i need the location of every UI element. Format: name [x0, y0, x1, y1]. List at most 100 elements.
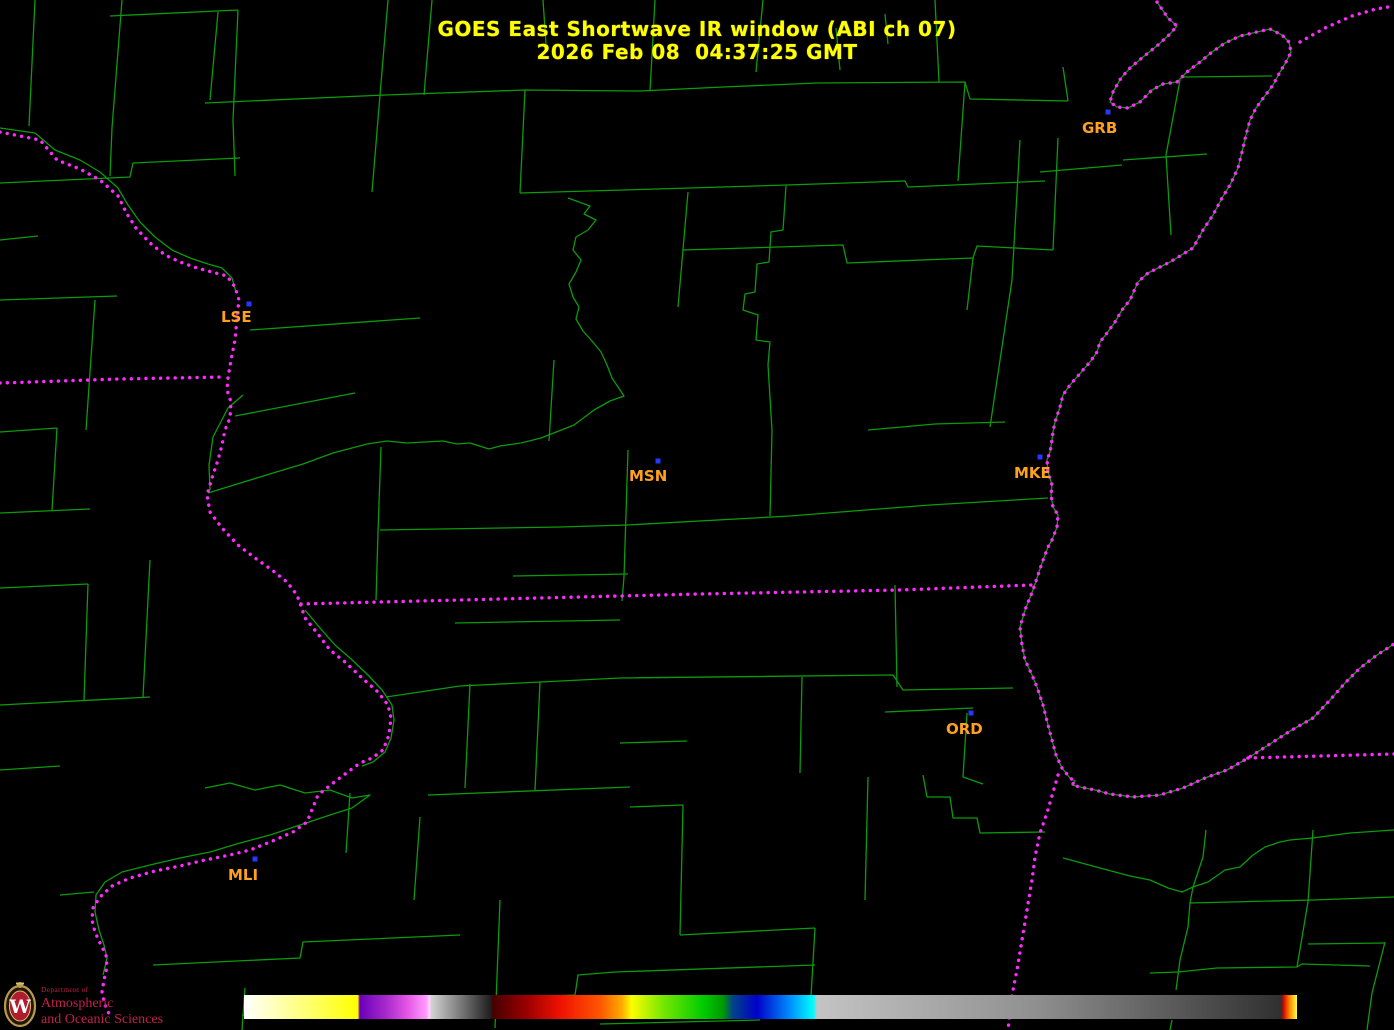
county-boundary-line	[0, 128, 236, 292]
city-marker-GRB: GRB	[1082, 110, 1117, 138]
county-boundary-line	[0, 158, 240, 183]
county-boundary-line	[967, 258, 973, 310]
title-line-product: GOES East Shortwave IR window (ABI ch 07…	[0, 18, 1394, 41]
image-title: GOES East Shortwave IR window (ABI ch 07…	[0, 18, 1394, 64]
county-boundary-line	[1176, 830, 1206, 990]
county-boundary-line	[1040, 165, 1122, 172]
city-label-MLI: MLI	[228, 866, 258, 884]
county-boundary-line	[414, 817, 420, 900]
county-boundary-line	[630, 805, 683, 807]
county-boundary-line	[895, 585, 897, 687]
county-boundary-line	[680, 805, 683, 935]
county-boundary-line	[372, 95, 380, 192]
city-marker-ORD: ORD	[946, 711, 983, 739]
county-boundary-line	[250, 318, 420, 330]
county-boundary-line	[1063, 830, 1394, 892]
county-boundary-line	[627, 498, 1048, 525]
county-boundary-line	[0, 428, 57, 432]
city-label-ORD: ORD	[946, 720, 983, 738]
county-boundary-line	[209, 395, 243, 490]
city-dot-ORD	[969, 711, 974, 716]
logo-department-label: Department of	[41, 986, 163, 994]
county-boundary-line	[376, 447, 381, 600]
state-border-dots-lakeshore	[1020, 2, 1394, 797]
county-boundary-line	[640, 82, 1068, 101]
county-boundary-line	[958, 82, 965, 181]
county-boundary-line	[208, 198, 624, 493]
logo-name-line2: and Oceanic Sciences	[41, 1013, 163, 1027]
county-boundary-line	[615, 965, 815, 972]
county-boundary-line	[86, 300, 95, 430]
county-boundary-line	[1297, 830, 1313, 967]
county-boundary-line	[1308, 943, 1385, 944]
county-boundary-line	[1150, 964, 1370, 973]
county-boundary-line	[346, 793, 350, 853]
county-boundary-line	[683, 245, 1053, 263]
county-boundary-line	[0, 766, 60, 770]
county-boundary-line	[1183, 76, 1272, 77]
aos-logo: W Department of Atmospheric and Oceanic …	[3, 981, 163, 1028]
lake-michigan-shoreline	[1020, 2, 1394, 797]
city-dot-MSN	[656, 459, 661, 464]
county-boundary-line	[455, 620, 620, 623]
county-boundary-line	[549, 360, 554, 441]
county-boundary-line	[868, 422, 1005, 430]
state-border-line	[301, 585, 1032, 604]
satellite-map: GRB LSE MSN MKE ORD MLI	[0, 0, 1394, 1030]
county-boundary-line	[1190, 897, 1394, 903]
city-label-MSN: MSN	[629, 467, 667, 485]
county-boundary-line	[811, 928, 815, 996]
city-dot-MLI	[253, 857, 258, 862]
county-boundary-line	[205, 90, 640, 103]
city-marker-MLI: MLI	[228, 857, 258, 885]
city-dot-MKE	[1038, 455, 1043, 460]
county-boundary-line	[0, 296, 117, 300]
city-label-LSE: LSE	[221, 308, 252, 326]
county-boundary-line	[52, 428, 57, 510]
county-boundary-line	[60, 892, 94, 895]
county-boundary-line	[1053, 138, 1058, 250]
county-boundary-line	[865, 777, 868, 900]
city-label-GRB: GRB	[1082, 119, 1117, 137]
county-boundary-line	[743, 186, 786, 365]
county-boundary-line	[110, 10, 238, 16]
county-boundary-line	[1063, 67, 1068, 101]
city-marker-MSN: MSN	[629, 459, 667, 486]
county-boundary-line	[1367, 942, 1385, 1030]
county-boundary-line	[535, 682, 540, 790]
county-boundary-line	[768, 365, 772, 516]
state-border-line	[1008, 775, 1058, 1030]
svg-text:W: W	[8, 996, 31, 1018]
county-boundary-line	[923, 775, 1045, 833]
county-boundary-line	[386, 675, 1013, 697]
county-boundary-line	[680, 928, 815, 935]
city-label-MKE: MKE	[1014, 464, 1051, 482]
city-marker-LSE: LSE	[221, 302, 252, 327]
county-boundary-line	[380, 525, 627, 530]
state-border-line	[1248, 754, 1394, 758]
county-boundary-line	[0, 584, 88, 588]
county-boundary-line	[235, 393, 355, 416]
uw-crest-icon: W	[3, 981, 37, 1028]
city-marker-MKE: MKE	[1014, 455, 1051, 483]
county-boundary-line	[0, 236, 38, 240]
title-line-timestamp: 2026 Feb 08 04:37:25 GMT	[0, 41, 1394, 64]
county-boundary-line	[428, 787, 630, 795]
county-boundary-line	[600, 1020, 760, 1024]
county-boundary-line	[143, 560, 150, 697]
logo-name-line1: Atmospheric	[41, 997, 163, 1011]
county-boundary-line	[0, 697, 150, 705]
county-boundary-line	[800, 677, 802, 773]
county-boundary-line	[1166, 80, 1180, 235]
city-dot-GRB	[1106, 110, 1111, 115]
state-border-line	[0, 132, 391, 1016]
county-boundary-line	[1123, 154, 1207, 160]
county-boundary-line	[1170, 1020, 1172, 1030]
state-border-line	[0, 377, 224, 383]
county-boundary-line	[885, 708, 973, 712]
county-boundary-line	[520, 181, 1045, 193]
county-boundary-line	[513, 574, 628, 576]
county-boundary-line	[520, 90, 525, 193]
county-boundary-line	[305, 610, 394, 766]
logo-text: Department of Atmospheric and Oceanic Sc…	[41, 981, 163, 1027]
